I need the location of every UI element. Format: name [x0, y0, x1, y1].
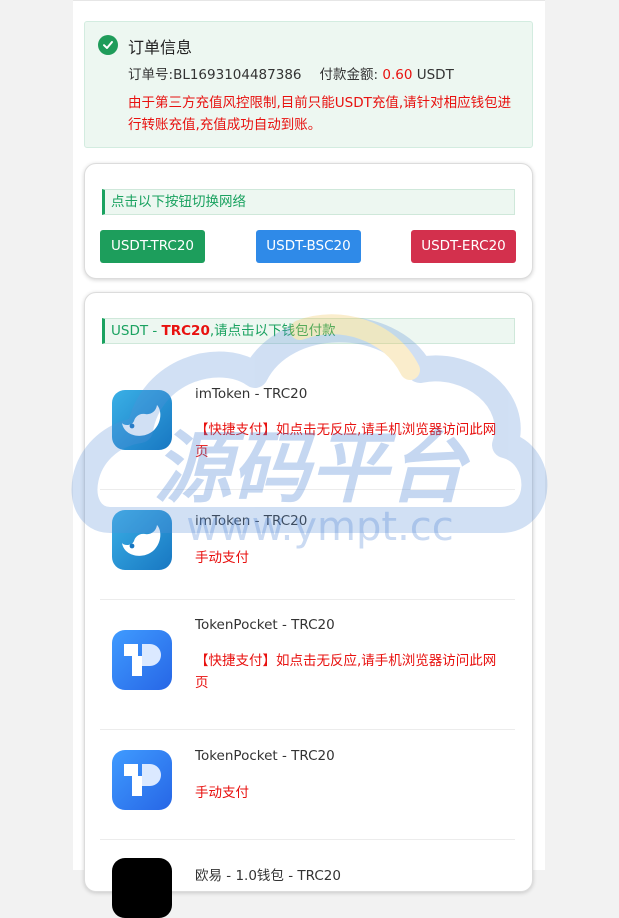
wallet-prompt-prefix: USDT -: [111, 323, 162, 339]
wallet-item-imtoken-manual[interactable]: imToken - TRC20 手动支付: [100, 490, 515, 600]
amount-value: 0.60: [382, 67, 413, 83]
page-container: 订单信息 订单号:BL1693104487386 付款金额: 0.60 USDT …: [73, 0, 545, 918]
network-prompt: 点击以下按钮切换网络: [102, 189, 515, 215]
wallet-name: imToken - TRC20: [195, 386, 308, 402]
order-info-title: 订单信息: [128, 38, 193, 57]
wallet-name: TokenPocket - TRC20: [195, 617, 335, 633]
wallet-list-card: USDT - TRC20,请点击以下钱包付款 imToken - TRC20 【…: [84, 292, 533, 918]
wallet-name: TokenPocket - TRC20: [195, 748, 335, 764]
wallet-name: imToken - TRC20: [195, 513, 308, 529]
order-summary-line: 订单号:BL1693104487386 付款金额: 0.60 USDT: [128, 63, 454, 83]
wallet-description: 【快捷支付】如点击无反应,请手机浏览器访问此网页: [195, 422, 497, 460]
order-info-panel: 订单信息 订单号:BL1693104487386 付款金额: 0.60 USDT …: [84, 21, 533, 148]
wallet-item-tokenpocket-manual[interactable]: TokenPocket - TRC20 手动支付: [100, 730, 515, 840]
wallet-item-okx[interactable]: 欧易 - 1.0钱包 - TRC20: [100, 840, 515, 918]
wallet-description: 【快捷支付】如点击无反应,请手机浏览器访问此网页: [195, 653, 497, 691]
usdt-bsc20-button[interactable]: USDT-BSC20: [256, 230, 361, 263]
amount-label: 付款金额:: [319, 67, 379, 83]
usdt-trc20-button[interactable]: USDT-TRC20: [100, 230, 205, 263]
imtoken-icon: [112, 510, 172, 570]
tokenpocket-icon: [112, 630, 172, 690]
check-circle-icon: [98, 35, 118, 55]
recharge-notice: 由于第三方充值风控限制,目前只能USDT充值,请针对相应钱包进行转账充值,充值成…: [128, 95, 512, 133]
tokenpocket-icon: [112, 750, 172, 810]
network-switch-card: 点击以下按钮切换网络 USDT-TRC20 USDT-BSC20 USDT-ER…: [84, 163, 533, 279]
wallet-prompt: USDT - TRC20,请点击以下钱包付款: [102, 318, 515, 344]
wallet-prompt-suffix: ,请点击以下钱包付款: [209, 323, 336, 339]
imtoken-icon: [112, 390, 172, 450]
wallet-item-tokenpocket-quick[interactable]: TokenPocket - TRC20 【快捷支付】如点击无反应,请手机浏览器访…: [100, 600, 515, 730]
wallet-item-imtoken-quick[interactable]: imToken - TRC20 【快捷支付】如点击无反应,请手机浏览器访问此网页: [100, 363, 515, 490]
amount-currency: USDT: [416, 67, 454, 83]
okx-icon: [112, 858, 172, 918]
usdt-erc20-button[interactable]: USDT-ERC20: [411, 230, 516, 263]
wallet-name: 欧易 - 1.0钱包 - TRC20: [195, 868, 341, 884]
wallet-description: 手动支付: [195, 550, 249, 566]
wallet-description: 手动支付: [195, 785, 249, 801]
order-number-label: 订单号:: [128, 67, 174, 83]
order-number: BL1693104487386: [173, 67, 302, 83]
wallet-prompt-network: TRC20: [161, 323, 210, 339]
